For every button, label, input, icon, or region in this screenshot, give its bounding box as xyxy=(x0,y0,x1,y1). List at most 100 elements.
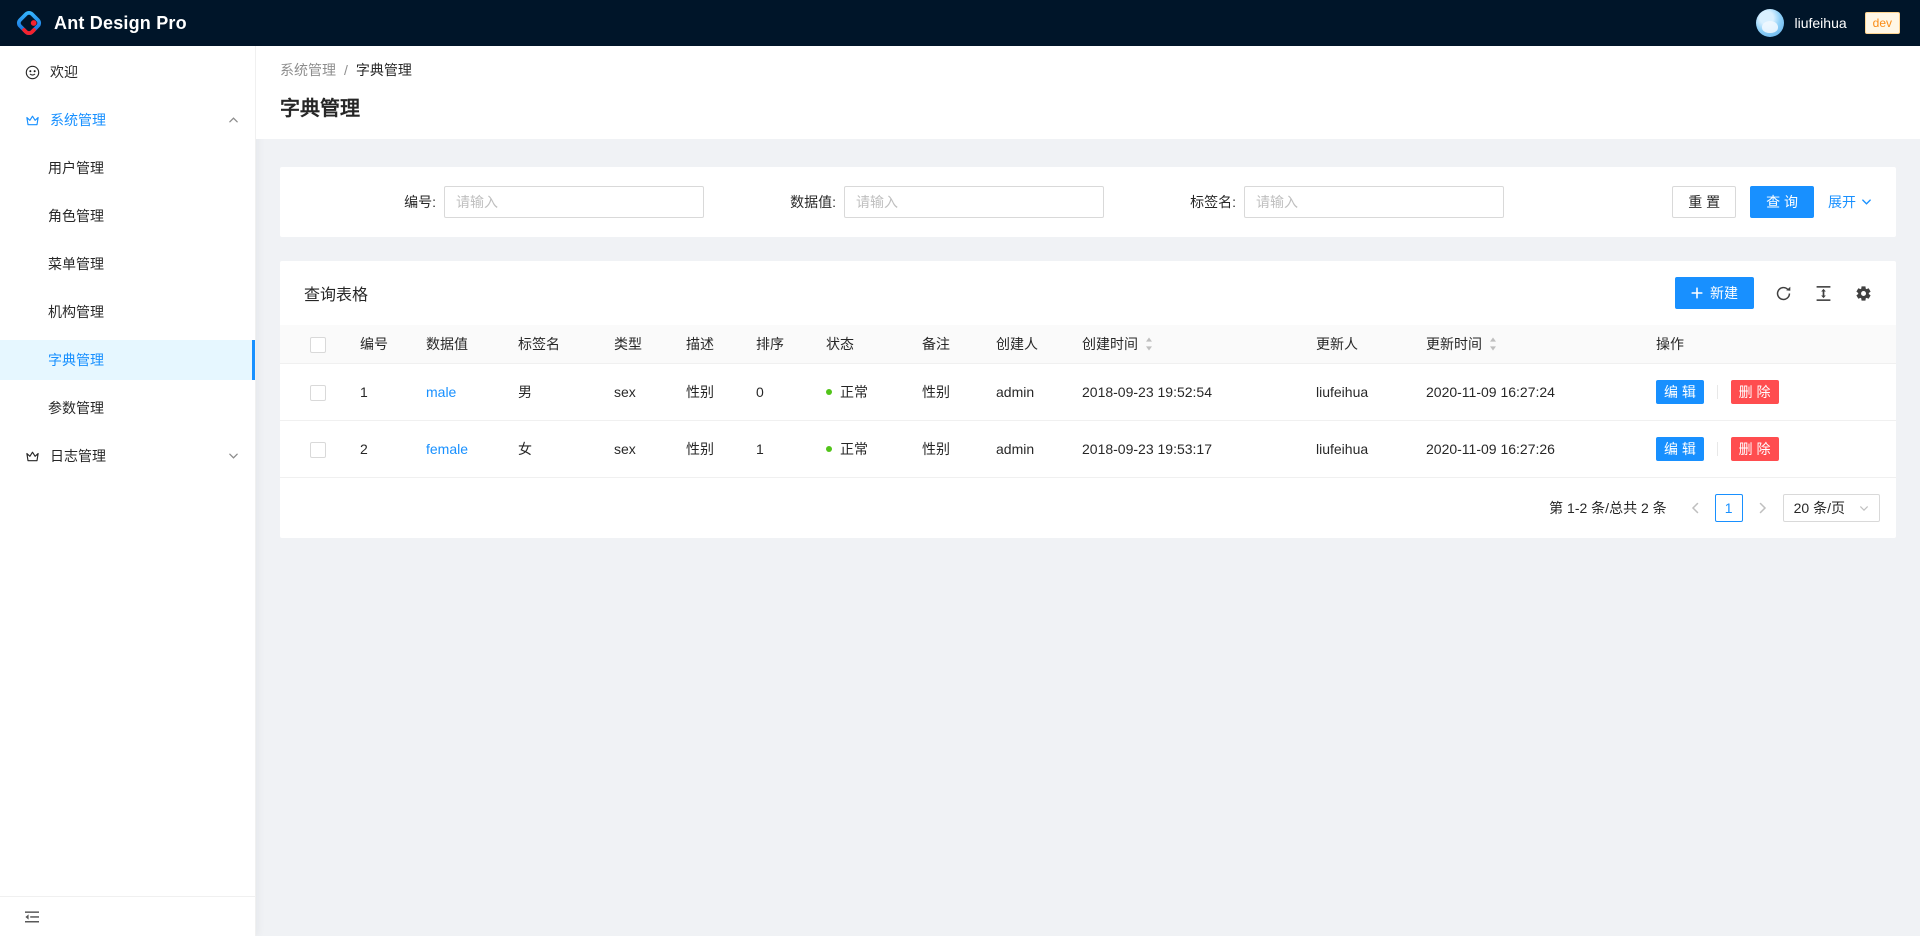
expand-label: 展开 xyxy=(1828,192,1856,212)
cell-remark: 性别 xyxy=(906,421,980,478)
col-header-sort: 排序 xyxy=(740,325,810,364)
breadcrumb-parent[interactable]: 系统管理 xyxy=(280,60,336,80)
select-all-checkbox[interactable] xyxy=(310,337,326,353)
query-button[interactable]: 查 询 xyxy=(1750,186,1814,218)
col-header-status: 状态 xyxy=(810,325,906,364)
sidebar-item-system[interactable]: 系统管理 xyxy=(0,100,255,140)
cell-updater: liufeihua xyxy=(1300,364,1410,421)
col-header-desc: 描述 xyxy=(670,325,740,364)
field-label: 数据值: xyxy=(704,192,844,212)
delete-button[interactable]: 删 除 xyxy=(1731,437,1779,461)
pagination-next[interactable] xyxy=(1751,494,1775,522)
sidebar-item-label: 机构管理 xyxy=(48,302,104,322)
pagination: 第 1-2 条/总共 2 条 1 20 条/页 xyxy=(280,478,1896,538)
col-header-created[interactable]: 创建时间 xyxy=(1066,325,1300,364)
sidebar-menu: 欢迎 系统管理 用户管理 角色管理 xyxy=(0,46,255,896)
sidebar-item-label: 菜单管理 xyxy=(48,254,104,274)
sidebar-item-menu-mgmt[interactable]: 菜单管理 xyxy=(0,244,255,284)
sidebar-item-user-mgmt[interactable]: 用户管理 xyxy=(0,148,255,188)
cell-created: 2018-09-23 19:53:17 xyxy=(1066,421,1300,478)
cell-updater: liufeihua xyxy=(1300,421,1410,478)
page-size-select[interactable]: 20 条/页 xyxy=(1783,494,1880,522)
page-header: 系统管理 / 字典管理 字典管理 xyxy=(256,46,1920,139)
dict-value-link[interactable]: female xyxy=(426,441,468,457)
sidebar: 欢迎 系统管理 用户管理 角色管理 xyxy=(0,46,256,936)
expand-toggle[interactable]: 展开 xyxy=(1828,192,1872,212)
sidebar-item-role-mgmt[interactable]: 角色管理 xyxy=(0,196,255,236)
cell-remark: 性别 xyxy=(906,364,980,421)
dict-value-link[interactable]: male xyxy=(426,384,456,400)
settings-gear-icon[interactable] xyxy=(1855,285,1872,302)
pagination-prev[interactable] xyxy=(1683,494,1707,522)
reset-button[interactable]: 重 置 xyxy=(1672,186,1736,218)
sidebar-item-welcome[interactable]: 欢迎 xyxy=(0,52,255,92)
col-header-updater: 更新人 xyxy=(1300,325,1410,364)
chevron-down-icon xyxy=(228,452,239,460)
edit-button[interactable]: 编 辑 xyxy=(1656,437,1704,461)
id-input[interactable] xyxy=(444,186,704,218)
col-header-updated[interactable]: 更新时间 xyxy=(1410,325,1640,364)
brand[interactable]: Ant Design Pro xyxy=(14,8,187,38)
sidebar-item-label: 欢迎 xyxy=(50,62,78,82)
form-item-id: 编号: xyxy=(304,186,704,218)
cell-desc: 性别 xyxy=(670,364,740,421)
user-name[interactable]: liufeihua xyxy=(1794,15,1846,31)
query-table-card: 查询表格 新建 xyxy=(280,261,1896,538)
app-header: Ant Design Pro liufeihua dev xyxy=(0,0,1920,46)
value-input[interactable] xyxy=(844,186,1104,218)
crown-icon xyxy=(24,448,40,464)
col-header-value: 数据值 xyxy=(410,325,502,364)
table-row: 1 male 男 sex 性别 0 正常 性别 admin 2018-09-23… xyxy=(280,364,1896,421)
status-dot xyxy=(826,389,832,395)
pagination-page-1[interactable]: 1 xyxy=(1715,494,1743,522)
divider xyxy=(1717,385,1718,399)
col-header-creator: 创建人 xyxy=(980,325,1066,364)
breadcrumb-current: 字典管理 xyxy=(356,60,412,80)
table-row: 2 female 女 sex 性别 1 正常 性别 admin 2018-09-… xyxy=(280,421,1896,478)
sidebar-item-logs[interactable]: 日志管理 xyxy=(0,436,255,476)
edit-button[interactable]: 编 辑 xyxy=(1656,380,1704,404)
table-title: 查询表格 xyxy=(304,281,368,305)
search-form: 编号: 数据值: 标签名: 重 置 查 询 展开 xyxy=(280,167,1896,237)
row-checkbox[interactable] xyxy=(310,385,326,401)
cell-updated: 2020-11-09 16:27:24 xyxy=(1410,364,1640,421)
cell-id: 2 xyxy=(344,421,410,478)
cell-tag: 女 xyxy=(502,421,598,478)
sidebar-item-dict-mgmt[interactable]: 字典管理 xyxy=(0,340,255,380)
cell-type: sex xyxy=(598,421,670,478)
breadcrumb-separator: / xyxy=(344,62,348,78)
row-checkbox[interactable] xyxy=(310,442,326,458)
form-item-tag: 标签名: xyxy=(1104,186,1504,218)
ant-design-logo-icon xyxy=(14,8,44,38)
divider xyxy=(1717,442,1718,456)
sidebar-item-param-mgmt[interactable]: 参数管理 xyxy=(0,388,255,428)
pagination-total: 第 1-2 条/总共 2 条 xyxy=(1549,498,1666,518)
chevron-up-icon xyxy=(228,116,239,124)
brand-title: Ant Design Pro xyxy=(54,13,187,34)
plus-icon xyxy=(1691,287,1703,299)
sorter-icon[interactable] xyxy=(1489,337,1497,351)
cell-type: sex xyxy=(598,364,670,421)
cell-creator: admin xyxy=(980,364,1066,421)
sidebar-item-label: 用户管理 xyxy=(48,158,104,178)
reload-icon[interactable] xyxy=(1775,285,1792,302)
cell-sort: 1 xyxy=(740,421,810,478)
column-height-icon[interactable] xyxy=(1815,285,1832,302)
cell-desc: 性别 xyxy=(670,421,740,478)
sorter-icon[interactable] xyxy=(1145,337,1153,351)
col-header-remark: 备注 xyxy=(906,325,980,364)
sidebar-collapse-trigger[interactable] xyxy=(0,896,255,936)
delete-button[interactable]: 删 除 xyxy=(1731,380,1779,404)
cell-sort: 0 xyxy=(740,364,810,421)
status-badge: 正常 xyxy=(840,384,868,400)
user-avatar[interactable] xyxy=(1756,9,1784,37)
cell-creator: admin xyxy=(980,421,1066,478)
new-button[interactable]: 新建 xyxy=(1675,277,1754,309)
col-header-actions: 操作 xyxy=(1640,325,1896,364)
cell-updated: 2020-11-09 16:27:26 xyxy=(1410,421,1640,478)
col-header-type: 类型 xyxy=(598,325,670,364)
sidebar-item-org-mgmt[interactable]: 机构管理 xyxy=(0,292,255,332)
field-label: 标签名: xyxy=(1104,192,1244,212)
data-table: 编号 数据值 标签名 类型 描述 排序 状态 备注 创建人 创建时间 xyxy=(280,325,1896,478)
tag-input[interactable] xyxy=(1244,186,1504,218)
